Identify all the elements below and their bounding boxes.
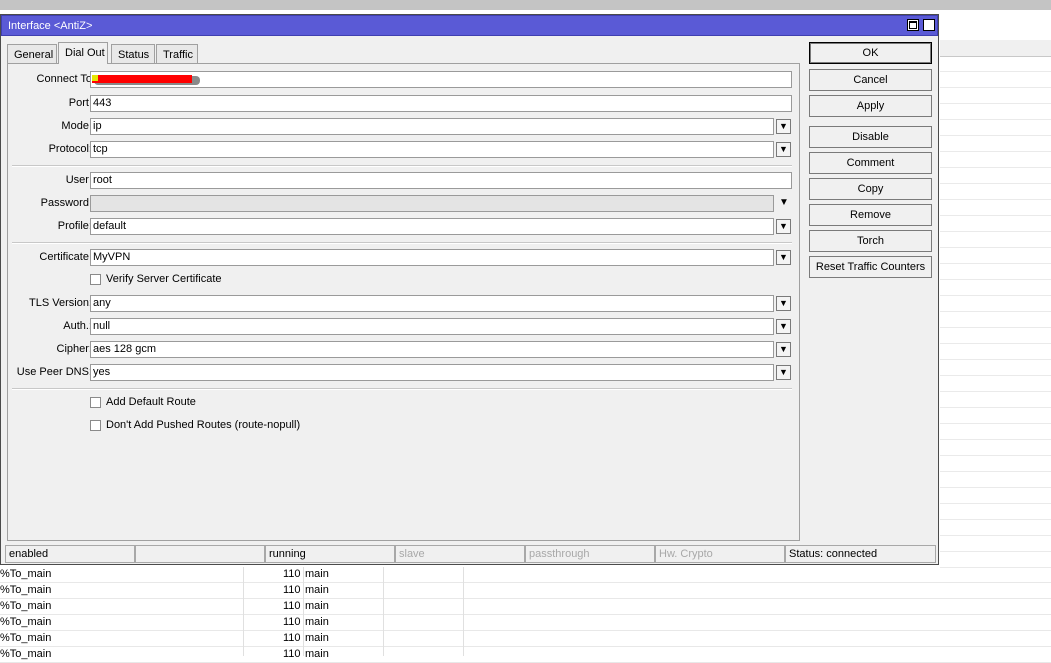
torch-button[interactable]: Torch [809, 230, 932, 252]
dropdown-arrow-icon[interactable]: ▼ [776, 365, 791, 380]
separator [12, 388, 792, 390]
dropdown-arrow-icon[interactable]: ▼ [776, 219, 791, 234]
verify-server-certificate-checkbox[interactable] [90, 274, 101, 285]
separator [12, 242, 792, 244]
tab-traffic[interactable]: Traffic [156, 44, 198, 63]
maximize-icon[interactable] [907, 19, 919, 31]
tab-dial-out[interactable]: Dial Out [58, 42, 108, 64]
mode-row: Mode: ip ▼ [8, 118, 798, 135]
table-row[interactable]: %To_main 110 main [0, 567, 1051, 583]
auth-select[interactable]: null [90, 318, 774, 335]
port-row: Port: 443 [8, 95, 798, 112]
status-passthrough: passthrough [525, 545, 655, 563]
verify-server-certificate-label: Verify Server Certificate [106, 273, 222, 285]
column-divider [303, 567, 304, 656]
comment-button[interactable]: Comment [809, 152, 932, 174]
tls-version-row: TLS Version: any ▼ [8, 295, 798, 312]
column-divider [463, 567, 464, 656]
cipher-label: Cipher: [56, 343, 92, 355]
status-enabled: enabled [5, 545, 135, 563]
remove-button[interactable]: Remove [809, 204, 932, 226]
disable-button[interactable]: Disable [809, 126, 932, 148]
table-row[interactable]: %To_main 110 main [0, 599, 1051, 615]
protocol-row: Protocol: tcp ▼ [8, 141, 798, 158]
certificate-select[interactable]: MyVPN [90, 249, 774, 266]
connect-to-row: Connect To [8, 71, 798, 88]
close-icon[interactable]: ✕ [923, 19, 935, 31]
cipher-select[interactable]: aes 128 gcm [90, 341, 774, 358]
auth-label: Auth.: [63, 320, 92, 332]
column-divider [243, 567, 244, 656]
add-default-route-label: Add Default Route [106, 396, 196, 408]
protocol-select[interactable]: tcp [90, 141, 774, 158]
title-bar[interactable]: Interface <AntiZ> ✕ [1, 15, 938, 36]
port-input[interactable]: 443 [90, 95, 792, 112]
dropdown-arrow-icon[interactable]: ▼ [776, 250, 791, 265]
mode-select[interactable]: ip [90, 118, 774, 135]
background-table: %To_main 110 main %To_main 110 main %To_… [0, 567, 1051, 663]
dropdown-arrow-icon[interactable]: ▼ [776, 319, 791, 334]
auth-row: Auth.: null ▼ [8, 318, 798, 335]
dont-add-pushed-routes-checkbox[interactable] [90, 420, 101, 431]
tls-version-select[interactable]: any [90, 295, 774, 312]
status-empty [135, 545, 265, 563]
user-label: User: [65, 174, 92, 186]
status-bar: enabled running slave passthrough Hw. Cr… [5, 545, 936, 563]
port-label: Port: [68, 97, 92, 109]
dropdown-arrow-icon[interactable]: ▼ [776, 296, 791, 311]
table-row[interactable]: %To_main 110 main [0, 615, 1051, 631]
window-title: Interface <AntiZ> [8, 20, 93, 32]
use-peer-dns-select[interactable]: yes [90, 364, 774, 381]
use-peer-dns-label: Use Peer DNS: [16, 366, 92, 378]
cipher-row: Cipher: aes 128 gcm ▼ [8, 341, 798, 358]
user-input[interactable]: root [90, 172, 792, 189]
profile-select[interactable]: default [90, 218, 774, 235]
profile-row: Profile: default ▼ [8, 218, 798, 235]
password-input[interactable] [90, 195, 774, 212]
redaction-mark [92, 75, 200, 85]
dial-out-panel: Connect To Port: 443 Mode: ip ▼ Protocol… [7, 63, 800, 541]
protocol-label: Protocol: [48, 143, 92, 155]
certificate-label: Certificate: [39, 251, 92, 263]
status-running: running [265, 545, 395, 563]
background-table-right [940, 56, 1051, 568]
table-row[interactable]: %To_main 110 main [0, 583, 1051, 599]
dropdown-arrow-icon[interactable]: ▼ [779, 197, 789, 208]
mode-label: Mode: [61, 120, 92, 132]
use-peer-dns-row: Use Peer DNS: yes ▼ [8, 364, 798, 381]
tls-version-label: TLS Version: [29, 297, 92, 309]
background-table-header [940, 40, 1051, 57]
user-row: User: root [8, 172, 798, 189]
password-label: Password: [40, 197, 92, 209]
status-hw-crypto: Hw. Crypto [655, 545, 785, 563]
dont-add-pushed-routes-label: Don't Add Pushed Routes (route-nopull) [106, 419, 301, 431]
table-row[interactable]: %To_main 110 main [0, 631, 1051, 647]
tab-status[interactable]: Status [111, 44, 155, 63]
column-divider [383, 567, 384, 656]
table-row[interactable]: %To_main 110 main [0, 647, 1051, 663]
add-default-route-checkbox[interactable] [90, 397, 101, 408]
password-row: Password: ▼ [8, 195, 798, 212]
status-connected: Status: connected [785, 545, 936, 563]
status-slave: slave [395, 545, 525, 563]
dropdown-arrow-icon[interactable]: ▼ [776, 119, 791, 134]
apply-button[interactable]: Apply [809, 95, 932, 117]
certificate-row: Certificate: MyVPN ▼ [8, 249, 798, 266]
dropdown-arrow-icon[interactable]: ▼ [776, 142, 791, 157]
separator [12, 165, 792, 167]
dropdown-arrow-icon[interactable]: ▼ [776, 342, 791, 357]
copy-button[interactable]: Copy [809, 178, 932, 200]
ok-button[interactable]: OK [809, 42, 932, 64]
cancel-button[interactable]: Cancel [809, 69, 932, 91]
profile-label: Profile: [57, 220, 92, 232]
reset-traffic-counters-button[interactable]: Reset Traffic Counters [809, 256, 932, 278]
interface-dialog: Interface <AntiZ> ✕ General Dial Out Sta… [0, 14, 939, 565]
connect-to-label: Connect To [36, 73, 92, 85]
background-toolbar [0, 0, 1051, 10]
tab-general[interactable]: General [7, 44, 57, 63]
